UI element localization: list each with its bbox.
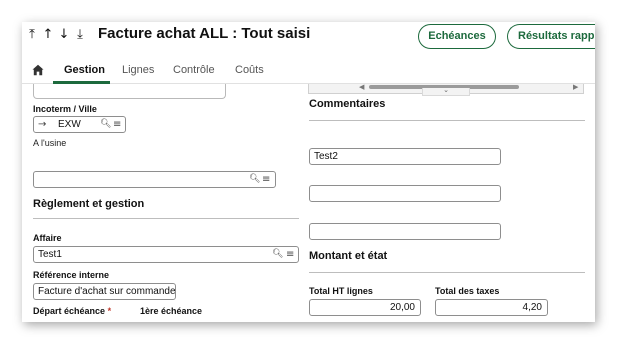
total-ht-field[interactable]: 20,00 — [309, 299, 421, 316]
total-taxes-field[interactable]: 4,20 — [435, 299, 548, 316]
list-icon[interactable]: ≡ — [262, 172, 270, 187]
affaire-value: Test1 — [38, 249, 62, 260]
page-title: Facture achat ALL : Tout saisi — [98, 25, 311, 42]
echeances-button[interactable]: Echéances — [418, 24, 496, 49]
comment-field-2[interactable] — [309, 185, 501, 202]
reference-interne-field[interactable]: Facture d'achat sur commande — [33, 283, 176, 300]
home-icon[interactable] — [32, 64, 44, 76]
required-indicator: * — [107, 306, 112, 316]
form-content: ◀ ▶ ⌄ Incoterm / Ville → EXW 🔍︎ ≡ A l'us… — [22, 84, 595, 322]
affaire-field[interactable]: Test1 🔍︎ ≡ — [33, 246, 299, 263]
search-icon[interactable]: 🔍︎ — [272, 247, 283, 262]
search-icon[interactable]: 🔍︎ — [100, 117, 111, 132]
total-taxes-label: Total des taxes — [435, 286, 500, 296]
tab-gestion[interactable]: Gestion — [64, 64, 105, 76]
previous-record-icon[interactable]: ↑ — [40, 27, 56, 42]
depart-echeance-label: Départ échéance * — [33, 306, 111, 316]
scroll-right-icon[interactable]: ▶ — [573, 83, 578, 91]
incoterm-label: Incoterm / Ville — [33, 104, 97, 114]
arrow-right-icon[interactable]: → — [38, 117, 46, 132]
depart-echeance-text: Départ échéance — [33, 306, 106, 316]
incoterm-field[interactable]: → EXW 🔍︎ ≡ — [33, 116, 126, 133]
tab-controle[interactable]: Contrôle — [173, 64, 215, 76]
list-icon[interactable]: ≡ — [286, 247, 294, 262]
comment-field-3[interactable] — [309, 223, 501, 240]
reference-interne-value: Facture d'achat sur commande — [38, 286, 176, 297]
commentaires-section-title: Commentaires — [309, 98, 386, 110]
resultats-rappro-button[interactable]: Résultats rappro — [507, 24, 595, 49]
section-divider — [309, 272, 585, 273]
affaire-label: Affaire — [33, 233, 62, 243]
search-icon[interactable]: 🔍︎ — [249, 172, 260, 187]
comment-field-1[interactable]: Test2 — [309, 148, 501, 165]
reglement-section-title: Règlement et gestion — [33, 198, 145, 210]
scroll-left-icon[interactable]: ◀ — [359, 83, 364, 91]
next-record-icon[interactable]: ↓ — [56, 27, 72, 42]
montant-section-title: Montant et état — [309, 250, 388, 262]
premiere-echeance-label: 1ère échéance — [140, 306, 203, 316]
record-navigation: ⤒ ↑ ↓ ⤓ — [24, 27, 88, 42]
total-ht-label: Total HT lignes — [309, 286, 373, 296]
incoterm-description: A l'usine — [33, 138, 67, 148]
header: ⤒ ↑ ↓ ⤓ Facture achat ALL : Tout saisi E… — [22, 22, 595, 60]
comment-value-1: Test2 — [314, 151, 338, 162]
last-record-icon[interactable]: ⤓ — [72, 27, 88, 42]
incoterm-value: EXW — [58, 119, 81, 130]
tab-lignes[interactable]: Lignes — [122, 64, 154, 76]
section-divider — [33, 218, 299, 219]
expand-chevron-icon[interactable]: ⌄ — [422, 87, 470, 96]
tab-couts[interactable]: Coûts — [235, 64, 264, 76]
ville-field[interactable]: 🔍︎ ≡ — [33, 171, 276, 188]
invoice-window: ⤒ ↑ ↓ ⤓ Facture achat ALL : Tout saisi E… — [22, 22, 595, 322]
reference-interne-label: Référence interne — [33, 270, 110, 280]
section-divider — [309, 120, 585, 121]
previous-field-stub — [33, 84, 226, 99]
first-record-icon[interactable]: ⤒ — [24, 27, 40, 42]
list-icon[interactable]: ≡ — [113, 117, 121, 132]
